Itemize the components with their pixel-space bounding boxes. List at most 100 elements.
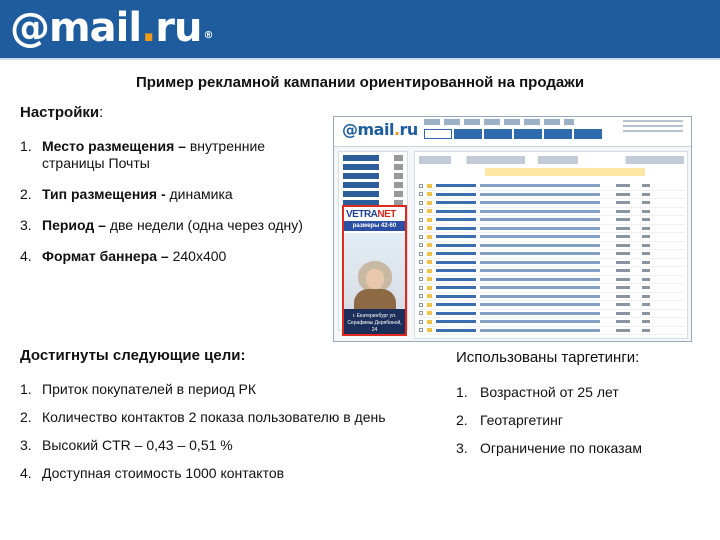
screenshot-row-cb <box>419 294 423 299</box>
screenshot-message-row <box>419 233 685 242</box>
settings-heading: Настройки: <box>20 104 103 121</box>
screenshot-row-ic <box>427 217 432 222</box>
settings-item-value: две недели (одна через одну) <box>105 217 303 233</box>
screenshot-header: @mail.ru <box>334 117 691 147</box>
screenshot-row-subj <box>480 243 600 247</box>
screenshot-row-size <box>642 226 650 230</box>
screenshot-row-ic <box>427 285 432 290</box>
screenshot-logo-mail: mail <box>357 120 395 139</box>
screenshot-row-from <box>436 226 476 230</box>
screenshot-tab <box>544 129 572 139</box>
screenshot-message-row <box>419 318 685 327</box>
screenshot-row-ic <box>427 234 432 239</box>
screenshot-row-size <box>642 218 650 222</box>
screenshot-row-date <box>616 192 630 196</box>
banner-photo <box>344 233 405 334</box>
screenshot-row-ic <box>427 311 432 316</box>
screenshot-row-cb <box>419 183 423 188</box>
screenshot-row-from <box>436 303 476 307</box>
screenshot-folder <box>343 182 403 188</box>
screenshot-row-cb <box>419 260 423 265</box>
screenshot-row-ic <box>427 328 432 333</box>
screenshot-row-date <box>616 277 630 281</box>
screenshot-row-size <box>642 303 650 307</box>
screenshot-row-from <box>436 328 476 332</box>
mail-inbox-screenshot: @mail.ru VETRANET размеры 42-60 г. Екате… <box>333 116 692 342</box>
screenshot-row-from <box>436 218 476 222</box>
screenshot-row-date <box>616 286 630 290</box>
screenshot-message-row <box>419 267 685 276</box>
screenshot-row-ic <box>427 183 432 188</box>
screenshot-row-ic <box>427 277 432 282</box>
targeting-item-text: Возрастной от 25 лет <box>480 384 619 400</box>
screenshot-row-cb <box>419 217 423 222</box>
screenshot-row-date <box>616 252 630 256</box>
screenshot-row-subj <box>480 320 600 324</box>
screenshot-row-subj <box>480 328 600 332</box>
screenshot-row-ic <box>427 251 432 256</box>
screenshot-row-date <box>616 201 630 205</box>
screenshot-folder <box>343 164 403 170</box>
screenshot-row-cb <box>419 251 423 256</box>
screenshot-tab <box>484 129 512 139</box>
screenshot-row-from <box>436 184 476 188</box>
targeting-item: 3. Ограничение по показам <box>456 440 706 468</box>
screenshot-tabs <box>424 129 602 141</box>
mailru-logo: @mail.ru ® <box>10 4 214 52</box>
screenshot-row-ic <box>427 243 432 248</box>
screenshot-row-date <box>616 209 630 213</box>
screenshot-folder <box>343 173 403 179</box>
goals-item: 1. Приток покупателей в период РК <box>20 381 460 409</box>
settings-item-value: 240х400 <box>168 248 227 264</box>
screenshot-row-size <box>642 286 650 290</box>
banner-brand-net: NET <box>377 209 396 220</box>
screenshot-row-ic <box>427 192 432 197</box>
screenshot-row-subj <box>480 209 600 213</box>
banner-address: г. Екатеринбург ул. Серафимы Дерябиной, … <box>344 309 405 334</box>
screenshot-row-from <box>436 209 476 213</box>
banner-brand: VETRANET <box>346 209 396 220</box>
screenshot-user-info <box>623 120 683 134</box>
goals-item: 3. Высокий CTR – 0,43 – 0,51 % <box>20 437 460 465</box>
screenshot-row-subj <box>480 260 600 264</box>
screenshot-row-date <box>616 260 630 264</box>
screenshot-row-size <box>642 235 650 239</box>
screenshot-message-row <box>419 310 685 318</box>
settings-item-number: 1. <box>20 138 32 154</box>
screenshot-row-date <box>616 294 630 298</box>
screenshot-row-from <box>436 320 476 324</box>
targeting-item-number: 2. <box>456 412 468 428</box>
screenshot-row-cb <box>419 311 423 316</box>
screenshot-row-subj <box>480 269 600 273</box>
screenshot-row-from <box>436 235 476 239</box>
screenshot-message-list <box>414 151 688 339</box>
screenshot-row-cb <box>419 285 423 290</box>
targeting-item-number: 1. <box>456 384 468 400</box>
screenshot-row-date <box>616 226 630 230</box>
screenshot-row-size <box>642 328 650 332</box>
screenshot-row-subj <box>480 252 600 256</box>
logo-ru: ru <box>155 5 202 51</box>
screenshot-row-size <box>642 311 650 315</box>
goals-item-text: Количество контактов 2 показа пользовате… <box>42 409 386 425</box>
screenshot-logo: @mail.ru <box>342 120 418 139</box>
screenshot-tab <box>424 129 452 139</box>
goals-item-number: 4. <box>20 465 32 481</box>
screenshot-toolbar <box>419 156 684 164</box>
header-bar: @mail.ru ® <box>0 0 720 58</box>
goals-list: 1. Приток покупателей в период РК 2. Колич… <box>20 381 460 493</box>
goals-item: 4. Доступная стоимость 1000 контактов <box>20 465 460 493</box>
goals-item-number: 3. <box>20 437 32 453</box>
screenshot-top-nav <box>424 119 574 125</box>
settings-item-number: 3. <box>20 217 32 233</box>
screenshot-row-from <box>436 192 476 196</box>
screenshot-row-subj <box>480 311 600 315</box>
screenshot-row-ic <box>427 226 432 231</box>
screenshot-row-ic <box>427 294 432 299</box>
screenshot-message-row <box>419 327 685 335</box>
screenshot-row-ic <box>427 260 432 265</box>
logo-registered-mark: ® <box>203 30 214 41</box>
screenshot-row-subj <box>480 184 600 188</box>
logo-mail: mail <box>49 5 142 51</box>
goals-item-text: Высокий CTR – 0,43 – 0,51 % <box>42 437 233 453</box>
